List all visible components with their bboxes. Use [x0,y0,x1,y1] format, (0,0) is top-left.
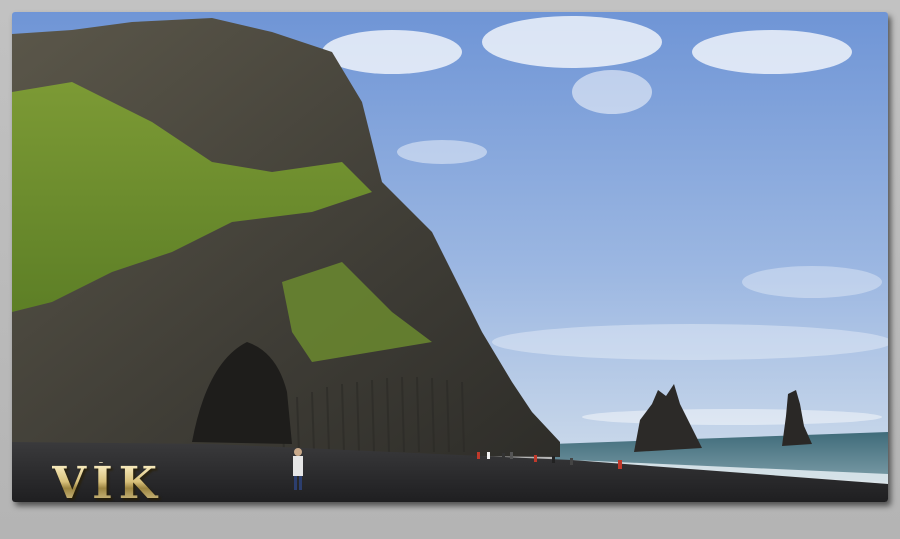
landscape-photo [12,12,888,502]
picture-frame: VÍK [0,0,900,539]
caption-title: VÍK [52,458,163,509]
